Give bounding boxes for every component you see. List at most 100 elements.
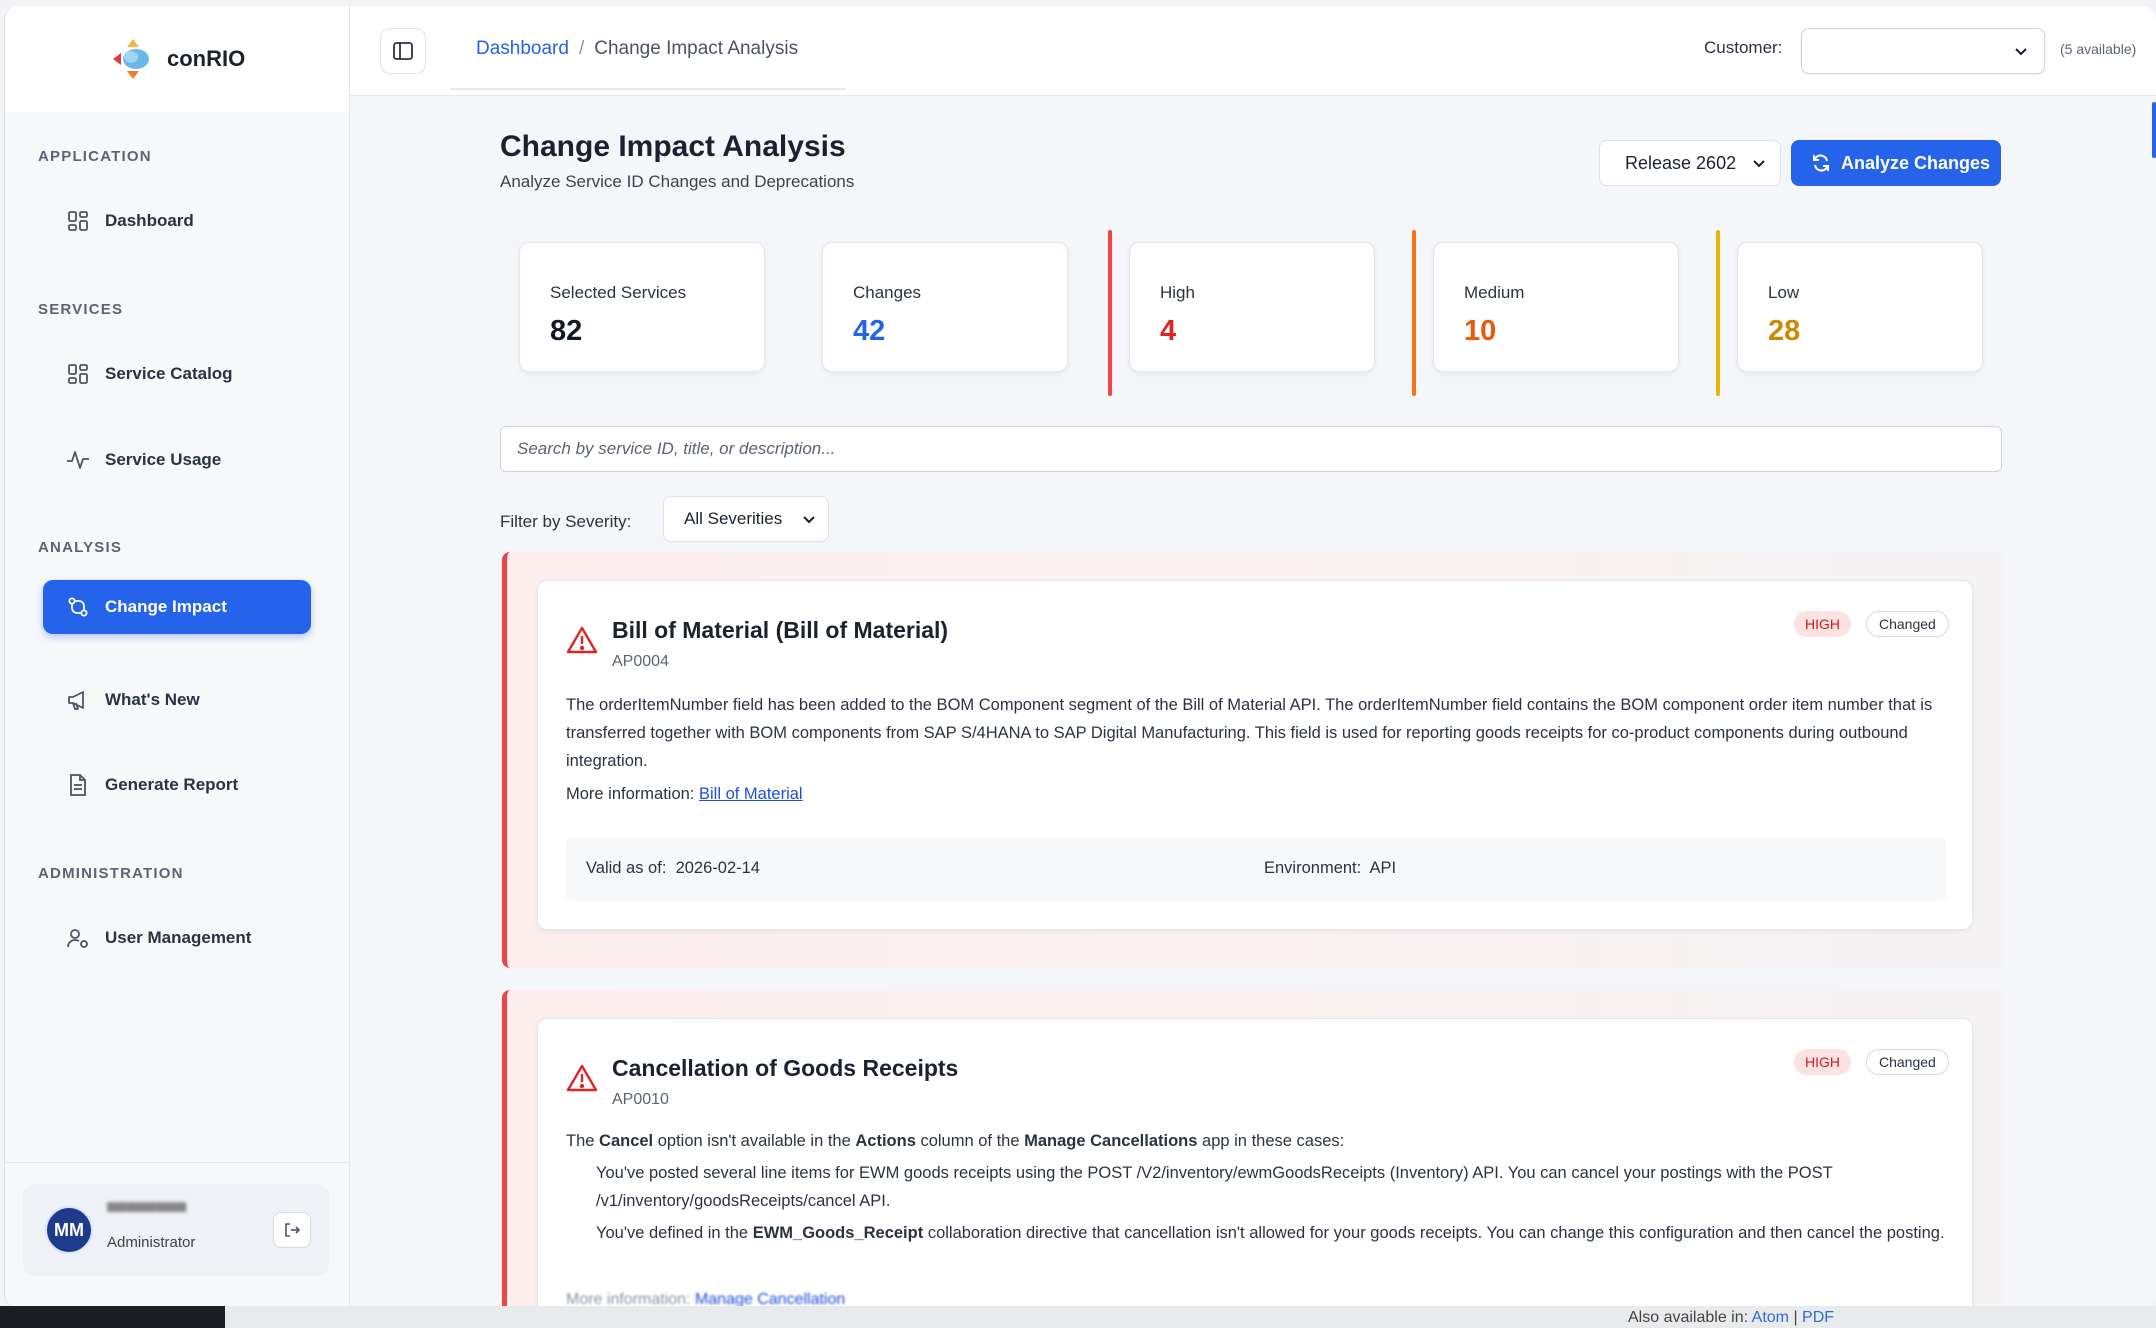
change-card[interactable]: Bill of Material (Bill of Material) AP00…: [537, 580, 1973, 930]
stat-card-changes: Changes 42: [822, 242, 1068, 372]
analyze-changes-button[interactable]: Analyze Changes: [1791, 140, 2001, 186]
atom-link[interactable]: Atom: [1752, 1309, 1789, 1326]
app-window: conRIO APPLICATION Dashboard SERVICES Se…: [4, 6, 2156, 1308]
severity-filter-value: All Severities: [684, 509, 783, 528]
chevron-down-icon: [1753, 160, 1765, 168]
stat-value: 82: [550, 315, 583, 347]
document-icon: [65, 772, 91, 798]
bullet-item: You've posted several line items for EWM…: [596, 1164, 1833, 1210]
card-service-id: AP0010: [612, 1091, 669, 1108]
text: collaboration directive that cancellatio…: [927, 1224, 1945, 1242]
grid-icon: [65, 361, 91, 387]
grid-icon: [65, 208, 91, 234]
pdf-link[interactable]: PDF: [1802, 1309, 1834, 1326]
megaphone-icon: [65, 687, 91, 713]
card-description: The orderItemNumber field has been added…: [566, 696, 1933, 770]
sidebar-item-service-catalog[interactable]: Service Catalog: [43, 347, 311, 401]
stat-label: Low: [1768, 283, 1800, 302]
sidebar-item-user-management[interactable]: User Management: [43, 911, 311, 965]
text: option isn't available in the: [657, 1132, 851, 1150]
user-name-redacted: ████████: [107, 1202, 187, 1212]
brand[interactable]: conRIO: [5, 6, 349, 112]
text: You've defined in the: [596, 1224, 749, 1242]
warning-triangle-icon: [566, 626, 598, 654]
scrollbar-thumb[interactable]: [2152, 102, 2156, 158]
chevron-down-icon: [803, 516, 815, 524]
customer-available-count: (5 available): [2060, 41, 2137, 57]
release-select-value: Release 2602: [1625, 153, 1737, 173]
severity-badge: HIGH: [1794, 1049, 1851, 1075]
valid-value: 2026-02-14: [675, 859, 760, 877]
top-header: Dashboard / Change Impact Analysis Custome…: [350, 6, 2156, 96]
result-item: Bill of Material (Bill of Material) AP00…: [502, 552, 2002, 968]
user-role: Administrator: [107, 1234, 196, 1251]
card-title: Bill of Material (Bill of Material): [612, 617, 949, 643]
activity-icon: [65, 447, 91, 473]
customer-label: Customer:: [1704, 38, 1783, 57]
warning-triangle-icon: [566, 1064, 598, 1092]
search-input[interactable]: Search by service ID, title, or descript…: [500, 426, 2002, 472]
logout-icon: [285, 1223, 301, 1237]
sidebar-item-label: Change Impact: [105, 597, 227, 616]
card-title: Cancellation of Goods Receipts: [612, 1055, 959, 1081]
text: app in these cases:: [1202, 1132, 1345, 1150]
severity-badge: HIGH: [1794, 611, 1851, 637]
background-page-strip: Also available in: Atom | PDF: [0, 1306, 2156, 1328]
divider: [5, 1162, 350, 1163]
customer-select[interactable]: [1801, 28, 2045, 74]
refresh-icon: [1811, 153, 1831, 173]
breadcrumb-dashboard-link[interactable]: Dashboard: [476, 38, 569, 59]
severity-bar-high: [1108, 230, 1112, 396]
filter-label: Filter by Severity:: [500, 512, 632, 531]
card-meta: Valid as of: 2026-02-14 Environment: API: [566, 837, 1946, 901]
background-dark-area: [0, 1306, 225, 1328]
sidebar-toggle-button[interactable]: [380, 28, 426, 74]
severity-bar-low: [1716, 230, 1720, 396]
text: The: [566, 1132, 595, 1150]
avatar: MM: [45, 1206, 93, 1254]
logout-button[interactable]: [273, 1212, 311, 1248]
text-bold: Actions: [855, 1132, 916, 1150]
separator: |: [1793, 1309, 1798, 1326]
breadcrumb: Dashboard / Change Impact Analysis: [476, 38, 798, 60]
section-title-analysis: ANALYSIS: [38, 539, 123, 556]
breadcrumb-current: Change Impact Analysis: [594, 38, 799, 59]
environment-value: API: [1369, 859, 1397, 877]
sidebar-item-label: User Management: [105, 928, 252, 947]
change-card[interactable]: Cancellation of Goods Receipts AP0010 HI…: [537, 1018, 1973, 1308]
sidebar: conRIO APPLICATION Dashboard SERVICES Se…: [5, 6, 350, 1308]
release-select[interactable]: Release 2602: [1599, 140, 1781, 186]
user-cog-icon: [65, 925, 91, 951]
status-badge: Changed: [1866, 611, 1949, 637]
more-information-link[interactable]: Bill of Material: [699, 785, 803, 803]
sidebar-item-service-usage[interactable]: Service Usage: [43, 433, 311, 487]
sidebar-item-whats-new[interactable]: What's New: [43, 673, 311, 727]
sidebar-item-label: Service Catalog: [105, 364, 233, 383]
environment-label: Environment:: [1264, 859, 1362, 877]
sidebar-item-label: Dashboard: [105, 211, 194, 230]
text-bold: EWM_Goods_Receipt: [752, 1224, 924, 1242]
stat-value: 10: [1464, 315, 1497, 347]
stat-card-high: High 4: [1129, 242, 1375, 372]
breadcrumb-separator: /: [578, 38, 585, 59]
sidebar-item-change-impact[interactable]: Change Impact: [43, 580, 311, 634]
panel-left-icon: [393, 42, 413, 60]
more-information: More information: Bill of Material: [566, 785, 803, 804]
also-available-label: Also available in:: [1628, 1309, 1749, 1326]
stat-card-low: Low 28: [1737, 242, 1983, 372]
sidebar-item-dashboard[interactable]: Dashboard: [43, 194, 311, 248]
conrio-logo-icon: [113, 39, 149, 79]
severity-bar-medium: [1412, 230, 1416, 396]
chevron-down-icon: [2015, 48, 2027, 56]
stat-card-medium: Medium 10: [1433, 242, 1679, 372]
sidebar-item-label: Generate Report: [105, 775, 239, 794]
section-title-services: SERVICES: [38, 301, 124, 318]
analyze-changes-label: Analyze Changes: [1841, 152, 1991, 173]
breadcrumb-underline: [450, 88, 846, 90]
bullet-item: You've defined in the EWM_Goods_Receipt …: [566, 1219, 1946, 1247]
severity-filter-select[interactable]: All Severities: [663, 496, 829, 542]
result-item: Cancellation of Goods Receipts AP0010 HI…: [502, 990, 2002, 1308]
sidebar-item-generate-report[interactable]: Generate Report: [43, 758, 311, 812]
stat-value: 28: [1768, 315, 1801, 347]
user-card[interactable]: MM ████████ Administrator: [23, 1184, 329, 1276]
